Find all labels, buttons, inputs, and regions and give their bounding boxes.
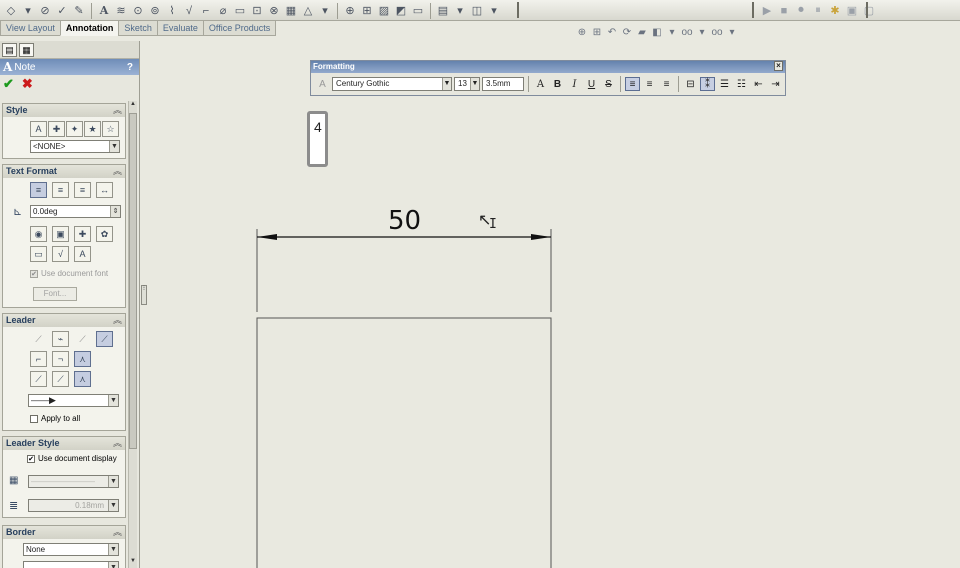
text-cursor-icon: I xyxy=(489,217,497,232)
drawing-geometry xyxy=(256,229,552,568)
dimension-value[interactable]: 50 xyxy=(388,206,421,236)
part-outline[interactable] xyxy=(256,317,552,568)
